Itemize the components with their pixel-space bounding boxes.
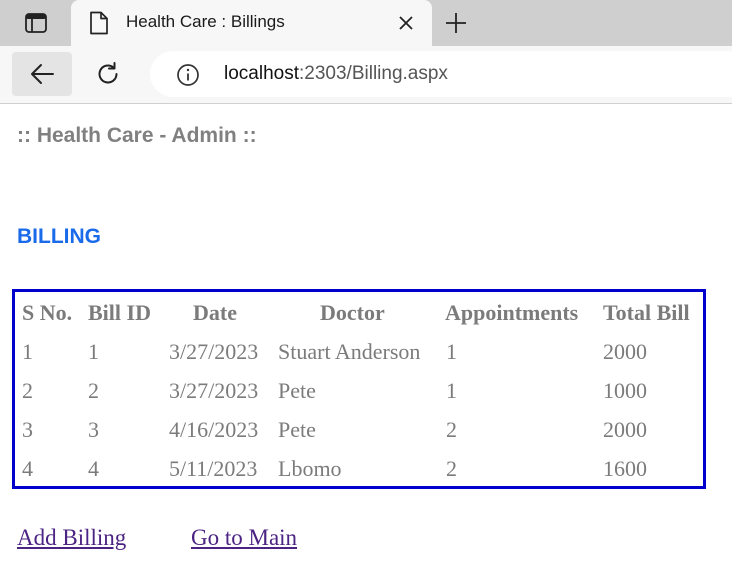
cell-bill-id: 1: [88, 339, 99, 364]
cell-appointments: 1: [446, 378, 457, 403]
reload-button[interactable]: [88, 54, 128, 94]
cell-bill-id: 3: [88, 417, 99, 442]
column-header-appointments: Appointments: [445, 300, 579, 325]
info-icon[interactable]: [176, 63, 200, 87]
browser-tab-active[interactable]: Health Care : Billings: [71, 0, 432, 46]
cell-bill-id: 2: [88, 378, 99, 403]
url-text[interactable]: localhost:2303/Billing.aspx: [224, 63, 448, 85]
column-header-s-no: S No.: [22, 300, 73, 325]
cell-total-bill: 2000: [603, 339, 647, 364]
reload-icon: [98, 62, 118, 84]
column-header-total-bill: Total Bill: [603, 300, 690, 325]
cell-bill-id: 4: [88, 456, 99, 481]
site-title: :: Health Care - Admin ::: [17, 124, 257, 147]
sidebar-toggle-button[interactable]: [16, 8, 56, 38]
cell-appointments: 1: [446, 339, 457, 364]
browser-tab-strip: Health Care : Billings: [0, 0, 732, 46]
url-path: :2303/Billing.aspx: [299, 63, 448, 84]
sidebar-icon: [25, 13, 47, 33]
cell-date: 3/27/2023: [169, 378, 259, 403]
cell-appointments: 2: [446, 456, 457, 481]
cell-doctor: Lbomo: [278, 456, 342, 481]
cell-date: 3/27/2023: [169, 339, 259, 364]
column-header-doctor: Doctor: [320, 300, 385, 325]
cell-total-bill: 2000: [603, 417, 647, 442]
go-to-main-link[interactable]: Go to Main: [191, 525, 297, 551]
add-billing-link[interactable]: Add Billing: [17, 525, 126, 551]
cell-s-no: 1: [22, 339, 33, 364]
billing-table: S No. Bill ID Date Doctor Appointments T…: [12, 289, 706, 489]
back-button[interactable]: [12, 52, 72, 96]
cell-doctor: Pete: [278, 417, 316, 442]
cell-s-no: 2: [22, 378, 33, 403]
column-header-bill-id: Bill ID: [88, 300, 151, 325]
tab-title: Health Care : Billings: [126, 12, 285, 31]
address-bar[interactable]: localhost:2303/Billing.aspx: [150, 51, 732, 97]
plus-icon: [446, 13, 466, 33]
cell-date: 5/11/2023: [169, 456, 258, 481]
cell-s-no: 3: [22, 417, 33, 442]
cell-total-bill: 1000: [603, 378, 647, 403]
browser-toolbar: localhost:2303/Billing.aspx: [0, 46, 732, 104]
cell-total-bill: 1600: [603, 456, 647, 481]
cell-date: 4/16/2023: [169, 417, 259, 442]
page-title: BILLING: [17, 225, 101, 248]
back-arrow-icon: [31, 64, 54, 84]
cell-doctor: Pete: [278, 378, 316, 403]
cell-s-no: 4: [22, 456, 33, 481]
cell-appointments: 2: [446, 417, 457, 442]
new-tab-button[interactable]: [441, 8, 471, 38]
cell-doctor: Stuart Anderson: [278, 339, 421, 364]
close-icon: [399, 16, 413, 30]
url-host: localhost: [224, 63, 299, 84]
close-tab-button[interactable]: [394, 11, 418, 35]
page-icon: [90, 11, 108, 35]
column-header-date: Date: [193, 300, 237, 325]
